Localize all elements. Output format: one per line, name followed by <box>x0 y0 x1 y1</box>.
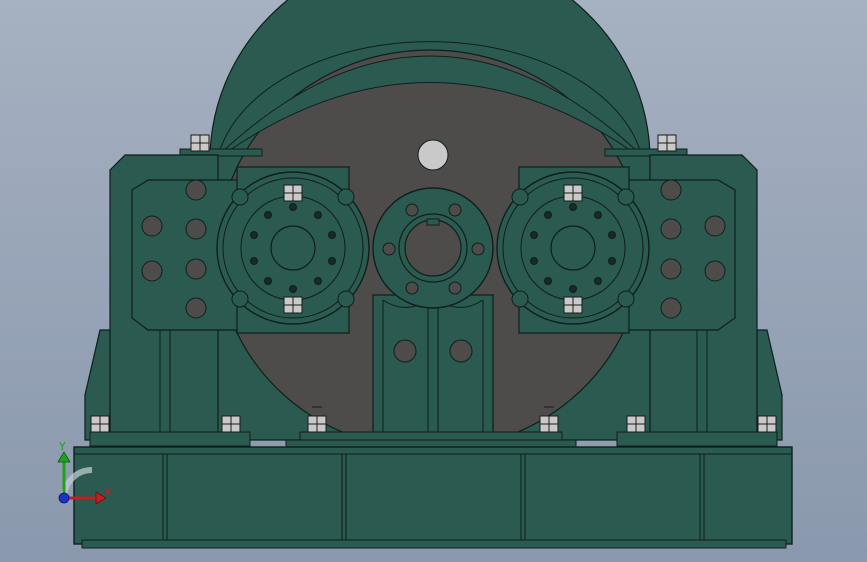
base-frame <box>73 446 793 549</box>
center-hub <box>372 187 494 436</box>
graphics-viewport[interactable]: Y X <box>0 0 867 562</box>
y-axis-label: Y <box>58 440 66 453</box>
coordinate-triad: Y X <box>57 440 112 505</box>
z-axis-dot <box>58 492 70 504</box>
left-bearing <box>216 166 370 334</box>
right-bearing <box>496 166 650 334</box>
x-axis-label: X <box>104 486 112 499</box>
cad-model-view[interactable] <box>0 0 867 562</box>
